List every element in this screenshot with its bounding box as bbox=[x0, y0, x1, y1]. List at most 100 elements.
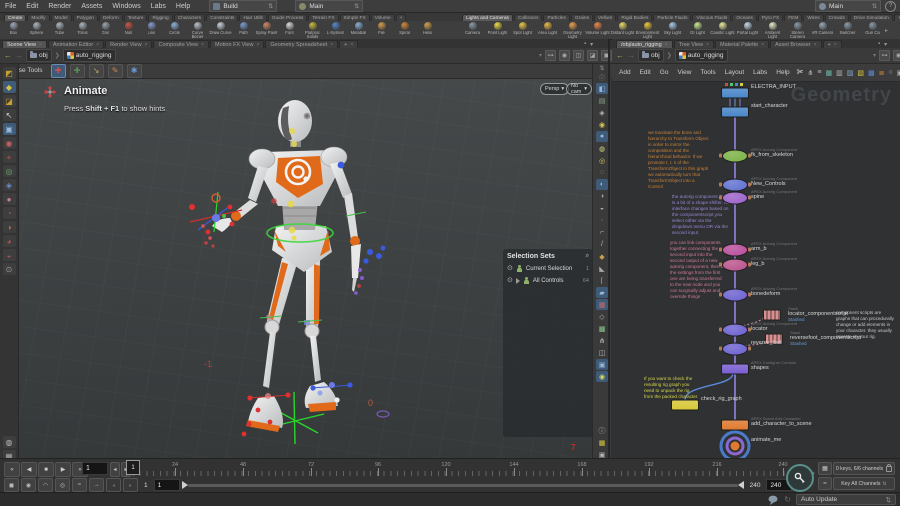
node-shape[interactable] bbox=[722, 192, 748, 205]
path-root-chip[interactable]: obj bbox=[638, 49, 664, 62]
uv-icon[interactable]: / bbox=[596, 239, 608, 250]
magnify-icon[interactable]: ○ bbox=[888, 69, 892, 76]
shelf-tab[interactable]: Hair Utils bbox=[239, 14, 266, 21]
pin-icon[interactable]: ⊶ bbox=[879, 50, 890, 61]
shelf-tab[interactable]: + bbox=[894, 14, 900, 21]
node-shape[interactable] bbox=[721, 420, 749, 431]
shelf-tool[interactable]: Stereo Camera bbox=[785, 21, 810, 39]
shelf-tab[interactable]: Grains bbox=[571, 14, 593, 21]
transport-button[interactable]: ▶ bbox=[55, 462, 71, 477]
selection-set-row[interactable]: ⊙ Current Selection 1 bbox=[507, 265, 589, 272]
range-next-button[interactable]: ▸ bbox=[123, 478, 138, 492]
pin-icon[interactable]: ⌕ bbox=[586, 253, 589, 260]
secure-selection-toggle[interactable]: ▣ bbox=[3, 123, 16, 135]
shelf-tab[interactable]: Particle Fluids bbox=[653, 14, 691, 21]
screen-icon[interactable]: ▣ bbox=[601, 50, 612, 61]
pane-tab[interactable]: Asset Browser × bbox=[770, 40, 821, 48]
shelf-tab[interactable]: + bbox=[396, 14, 407, 21]
view-tool[interactable]: ⊙ bbox=[3, 263, 16, 275]
snapshot-tool[interactable]: ◍ bbox=[3, 436, 16, 448]
shelf-tab[interactable]: Vellum bbox=[594, 14, 616, 21]
shelf-tab[interactable]: Deform bbox=[99, 14, 123, 21]
set-key-button[interactable] bbox=[786, 464, 814, 492]
frame-dec-button[interactable]: ◂ bbox=[110, 462, 120, 477]
audio-toggle[interactable]: ◉ bbox=[21, 478, 36, 492]
shelf-tab[interactable]: Characters bbox=[174, 14, 205, 21]
light-2-icon[interactable]: ◎ bbox=[596, 155, 608, 166]
dopesheet-toggle[interactable]: ◎ bbox=[55, 478, 70, 492]
node-shape[interactable] bbox=[721, 364, 749, 375]
menubar-item[interactable]: Help bbox=[171, 3, 195, 10]
shelf-tab[interactable]: Terrain FX bbox=[308, 14, 338, 21]
network-sticky-note[interactable]: we translate the bone and hierarchy to T… bbox=[648, 130, 710, 190]
tick-toggle[interactable]: ≈ bbox=[72, 478, 87, 492]
translate-tool[interactable]: + bbox=[3, 151, 16, 163]
lamp-icon[interactable]: ◉ bbox=[596, 119, 608, 130]
shelf-tool[interactable]: Null bbox=[117, 21, 140, 39]
transport-button[interactable]: « bbox=[4, 462, 20, 477]
magnet-tool-3[interactable]: ◕ bbox=[3, 235, 16, 247]
path-node-chip[interactable]: auto_rigging bbox=[675, 49, 728, 62]
network-menu-item[interactable]: Tools bbox=[697, 69, 718, 76]
network-sticky-note[interactable]: you can link components together connect… bbox=[670, 240, 726, 300]
shelf-tab[interactable]: Lights and Cameras bbox=[462, 14, 513, 21]
pane-menu-icon[interactable]: ▾ bbox=[884, 41, 887, 48]
motionfx-icon[interactable]: ≈ bbox=[818, 477, 832, 490]
pane-tab[interactable]: Material Palette × bbox=[715, 40, 769, 48]
shelf-tab[interactable]: Crowds bbox=[825, 14, 849, 21]
scale-tool[interactable]: ◈ bbox=[3, 179, 16, 191]
pane-maximize-icon[interactable]: ▪ bbox=[878, 41, 880, 48]
pane-tab[interactable]: Animation Editor × bbox=[48, 40, 104, 48]
select-tool[interactable]: ↖ bbox=[3, 109, 16, 121]
range-start-field[interactable]: 1 bbox=[154, 479, 180, 491]
scene-graph-icon[interactable]: ▤ bbox=[596, 95, 608, 106]
radial-menu-selector-right[interactable]: Main ⇅ bbox=[815, 0, 881, 12]
loop-toggle[interactable]: ◠ bbox=[38, 478, 53, 492]
node-shape[interactable] bbox=[722, 244, 748, 257]
pose-draw-icon[interactable]: ✎ bbox=[108, 64, 123, 78]
robot-character[interactable]: -1 0 bbox=[170, 80, 430, 458]
shelf-tool[interactable]: Spiral bbox=[393, 21, 416, 39]
camera-persp-menu[interactable]: Persp▾ bbox=[540, 83, 569, 95]
update-mode-select[interactable]: Auto Update ⇅ bbox=[796, 494, 896, 505]
magnet-tool-4[interactable]: ◒ bbox=[3, 249, 16, 261]
transport-button[interactable]: ■ bbox=[38, 462, 54, 477]
menubar-item[interactable]: Assets bbox=[76, 3, 107, 10]
menubar-item[interactable]: File bbox=[0, 3, 21, 10]
lock-camera-icon[interactable]: ◈ bbox=[596, 107, 608, 118]
shelf-tab[interactable]: Modify bbox=[27, 14, 49, 21]
shelf-tool[interactable]: Metaball bbox=[347, 21, 370, 39]
sticky-note-icon[interactable]: ▧ bbox=[857, 69, 864, 77]
pane-divider[interactable] bbox=[608, 39, 610, 458]
select-groups-tool[interactable]: ◉ bbox=[3, 137, 16, 149]
pose-axes-icon[interactable]: ✛ bbox=[70, 64, 85, 78]
menubar-item[interactable]: Render bbox=[43, 3, 76, 10]
pose-tool[interactable]: ● bbox=[3, 193, 16, 205]
rotate-tool[interactable]: ◎ bbox=[3, 165, 16, 177]
network-sticky-note[interactable]: If you want to check the resulting rig g… bbox=[644, 376, 698, 400]
shelf-tab[interactable]: FEM bbox=[784, 14, 802, 21]
network-menu-item[interactable]: Go bbox=[657, 69, 672, 76]
cube-view-icon[interactable]: ◫ bbox=[573, 50, 584, 61]
path-root-chip[interactable]: obj bbox=[26, 49, 52, 62]
shelf-tool[interactable]: Font bbox=[278, 21, 301, 39]
pane-tab[interactable]: Motion FX View × bbox=[210, 40, 264, 48]
shelf-tool[interactable]: Box bbox=[2, 21, 25, 39]
animation-editor-icon[interactable]: ▦ bbox=[818, 462, 832, 475]
origin-circle-control[interactable] bbox=[377, 411, 389, 417]
shelf-tool[interactable]: Spray Paint bbox=[255, 21, 278, 39]
network-editor[interactable]: Geometry we translate the bone and hiera… bbox=[610, 82, 900, 458]
node-shape[interactable] bbox=[722, 259, 748, 272]
forward-arrow-icon[interactable]: → bbox=[627, 52, 635, 60]
layout-grid-icon[interactable]: ▥ bbox=[836, 69, 843, 77]
path-dropdown-icon[interactable]: ▾ bbox=[539, 52, 542, 59]
pane-tab[interactable]: /obj/auto_rigging × bbox=[616, 40, 673, 48]
shelf-tool[interactable]: Tube bbox=[48, 21, 71, 39]
node-shape[interactable] bbox=[671, 400, 699, 411]
network-sticky-note[interactable]: the autorig component SOP is a bit of a … bbox=[672, 194, 730, 236]
link-icon[interactable]: ◉ bbox=[893, 50, 900, 61]
shelf-tool[interactable]: Gun Ca bbox=[860, 21, 885, 39]
radial-menu-selector[interactable]: Main ⇅ bbox=[295, 0, 363, 12]
shelf-tab[interactable]: Guide Process bbox=[268, 14, 307, 21]
network-menu-item[interactable]: View bbox=[674, 69, 694, 76]
